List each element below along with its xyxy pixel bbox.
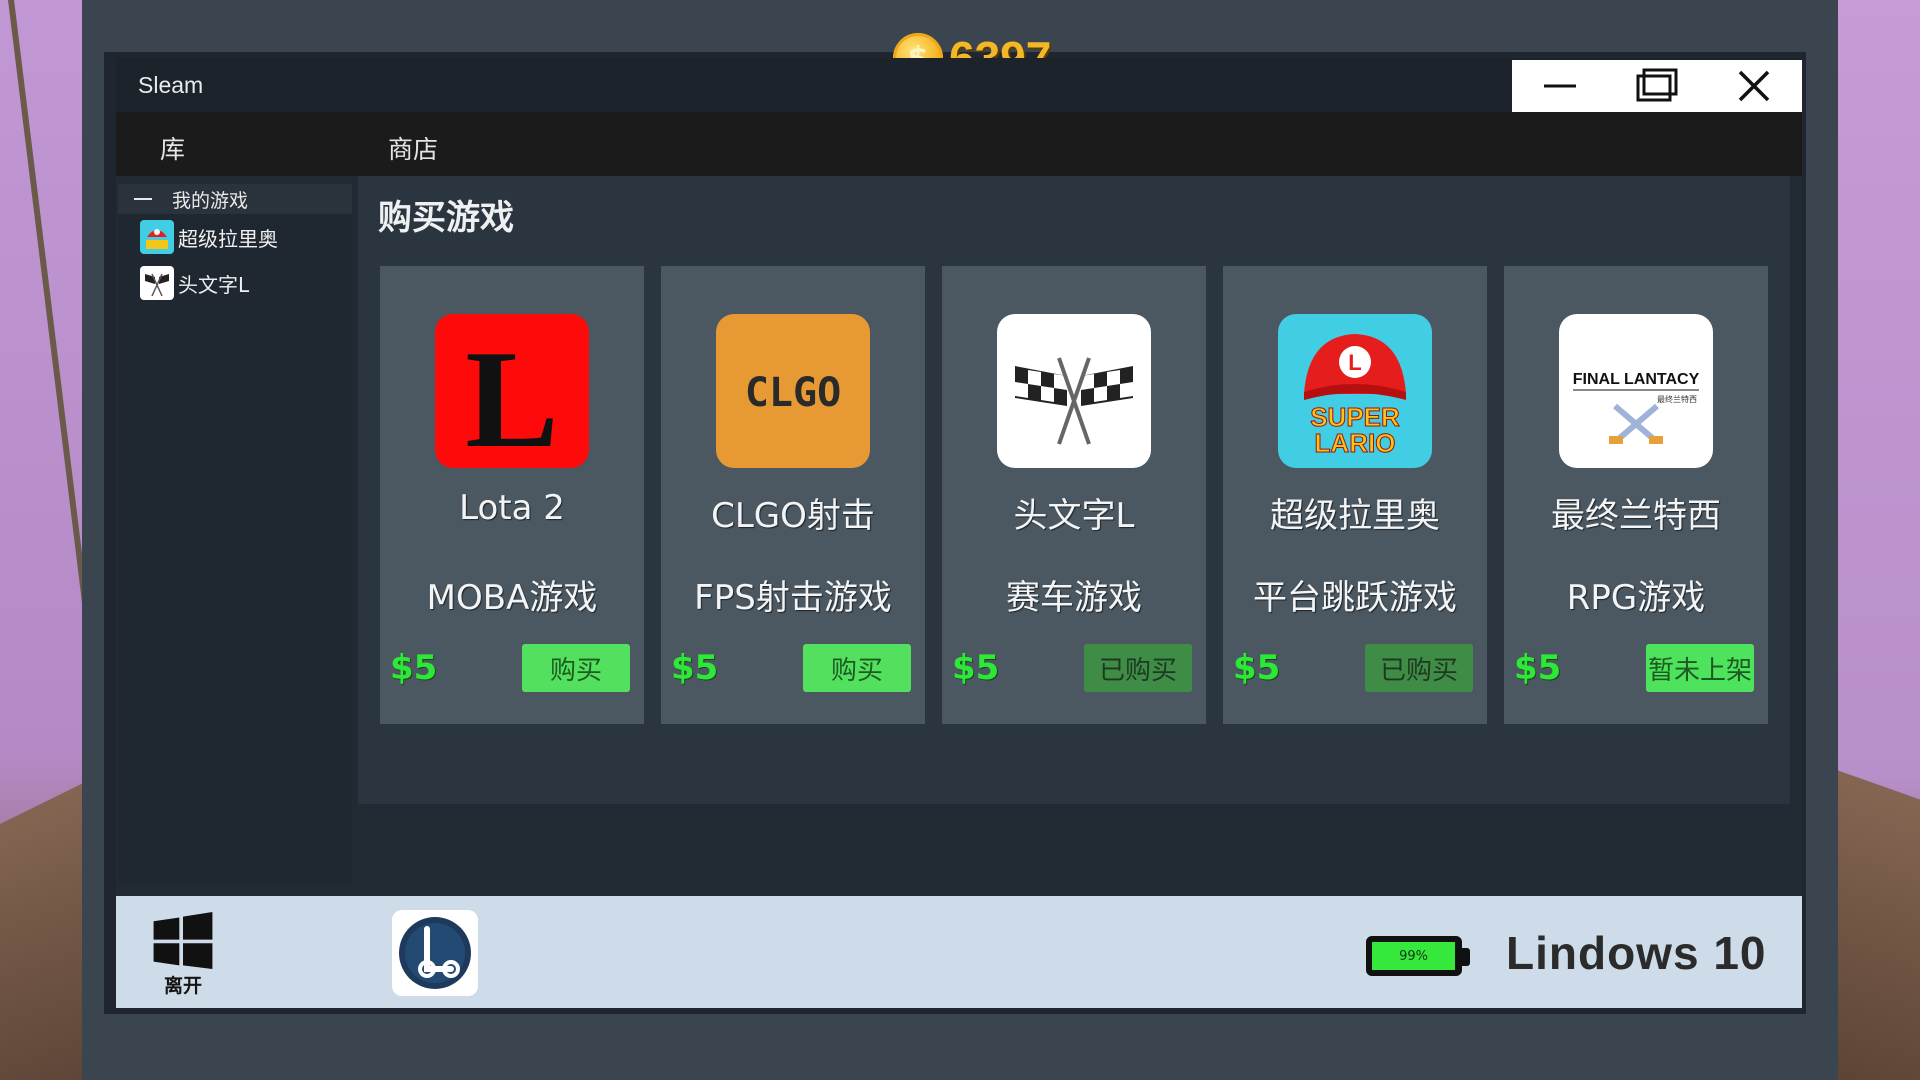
tab-store[interactable]: 商店 — [388, 130, 438, 166]
close-icon — [1738, 70, 1769, 102]
start-button[interactable]: 离开 — [150, 912, 216, 998]
buy-button[interactable]: 购买 — [522, 644, 630, 692]
svg-text:LARIO: LARIO — [1315, 428, 1396, 458]
window-controls — [1512, 60, 1802, 112]
taskbar: 离开 99% Lindows 10 — [116, 896, 1802, 1008]
taskbar-sleam-app[interactable] — [392, 910, 478, 996]
my-games-label: 我的游戏 — [172, 189, 249, 212]
unavailable-button[interactable]: 暂未上架 — [1646, 644, 1754, 692]
game-card-initial-l: 头文字L 赛车游戏 $5 已购买 — [942, 266, 1206, 724]
sleam-window: Sleam 库 商店 我的游戏 超级拉里奥 头文字L 购买游戏 L Lota 2… — [116, 58, 1802, 1008]
sidebar-item-label: 超级拉里奥 — [178, 226, 278, 251]
super-lario-icon — [140, 220, 174, 254]
owned-button[interactable]: 已购买 — [1084, 644, 1192, 692]
game-genre: 平台跳跃游戏 — [1253, 578, 1457, 618]
svg-text:CLGO: CLGO — [745, 370, 841, 416]
close-button[interactable] — [1705, 60, 1802, 112]
battery-indicator: 99% — [1366, 936, 1462, 976]
game-name: 超级拉里奥 — [1270, 496, 1440, 536]
sidebar-item-label: 头文字L — [178, 272, 250, 297]
buy-button[interactable]: 购买 — [803, 644, 911, 692]
minimize-icon — [1544, 84, 1577, 88]
checkered-flags-icon — [997, 314, 1151, 468]
checkered-flags-icon — [140, 266, 174, 300]
windows-logo-icon — [153, 912, 213, 969]
game-genre: FPS射击游戏 — [694, 578, 892, 618]
game-price: $5 — [952, 648, 1000, 688]
svg-text:最终兰特西: 最终兰特西 — [1657, 394, 1697, 404]
collapse-icon — [134, 198, 152, 200]
sidebar-item-super-lario[interactable]: 超级拉里奥 — [118, 214, 352, 260]
clgo-icon: CLGO — [716, 314, 870, 468]
title-bar: Sleam — [116, 58, 1802, 112]
owned-button[interactable]: 已购买 — [1365, 644, 1473, 692]
game-name: 头文字L — [1013, 496, 1135, 536]
sleam-logo-icon — [399, 917, 471, 989]
store-panel: 购买游戏 L Lota 2 MOBA游戏 $5 购买 CLGO CLGO射击 F… — [358, 176, 1790, 804]
os-name: Lindows 10 — [1506, 927, 1767, 979]
battery-tip — [1462, 948, 1470, 966]
final-lantacy-icon: FINAL LANTACY 最终兰特西 — [1559, 314, 1713, 468]
super-lario-icon: L SUPER LARIO — [1278, 314, 1432, 468]
svg-text:L: L — [465, 322, 558, 468]
game-genre: RPG游戏 — [1566, 578, 1706, 618]
game-price: $5 — [1514, 648, 1562, 688]
game-card-clgo: CLGO CLGO射击 FPS射击游戏 $5 购买 — [661, 266, 925, 724]
lota-l-icon: L — [435, 314, 589, 468]
store-title: 购买游戏 — [378, 198, 514, 238]
game-name: 最终兰特西 — [1551, 496, 1721, 536]
start-label: 离开 — [163, 975, 202, 997]
sidebar-item-initial-l[interactable]: 头文字L — [118, 260, 352, 306]
game-name: CLGO射击 — [711, 496, 875, 536]
game-price: $5 — [671, 648, 719, 688]
nav-bar: 库 商店 — [116, 112, 1802, 176]
restore-icon — [1636, 68, 1678, 102]
game-card-final-lantacy: FINAL LANTACY 最终兰特西 最终兰特西 RPG游戏 $5 暂未上架 — [1504, 266, 1768, 724]
my-games-header[interactable]: 我的游戏 — [118, 184, 352, 214]
game-genre: 赛车游戏 — [1006, 578, 1142, 618]
svg-text:L: L — [1348, 350, 1361, 375]
battery-label: 99% — [1399, 948, 1429, 964]
maximize-button[interactable] — [1609, 60, 1706, 112]
game-card-super-lario: L SUPER LARIO 超级拉里奥 平台跳跃游戏 $5 已购买 — [1223, 266, 1487, 724]
library-sidebar: 我的游戏 超级拉里奥 头文字L — [118, 184, 352, 884]
window-title: Sleam — [138, 72, 204, 98]
minimize-button[interactable] — [1512, 60, 1609, 112]
svg-text:FINAL LANTACY: FINAL LANTACY — [1573, 371, 1700, 388]
game-genre: MOBA游戏 — [426, 578, 598, 618]
game-name: Lota 2 — [459, 488, 565, 528]
game-price: $5 — [1233, 648, 1281, 688]
game-card-lota-2: L Lota 2 MOBA游戏 $5 购买 — [380, 266, 644, 724]
battery-fill: 99% — [1372, 942, 1456, 970]
tab-library[interactable]: 库 — [160, 130, 185, 166]
game-price: $5 — [390, 648, 438, 688]
